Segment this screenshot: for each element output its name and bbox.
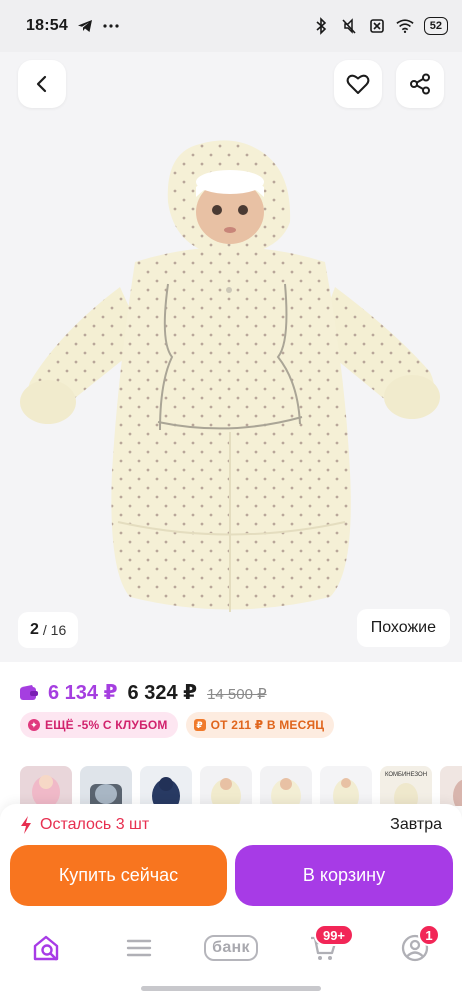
tab-catalog[interactable]: [122, 930, 156, 966]
thumb-1[interactable]: [20, 766, 72, 806]
tab-cart[interactable]: 99+: [306, 924, 354, 966]
image-counter-total: / 16: [42, 622, 67, 638]
add-to-cart-button[interactable]: В корзину: [235, 845, 453, 906]
club-discount-label: ЕЩЁ -5% С КЛУБОМ: [45, 718, 168, 732]
back-button[interactable]: [18, 60, 66, 108]
bottom-tab-bar: банк 99+ 1: [0, 918, 462, 980]
bank-label: банк: [204, 935, 258, 961]
status-time: 18:54: [26, 17, 68, 34]
thumb-4[interactable]: [200, 766, 252, 806]
club-icon: ✦: [28, 719, 40, 731]
more-dots-icon: [102, 17, 120, 35]
stock-indicator: Осталось 3 шт: [20, 816, 149, 834]
thumb-6[interactable]: [320, 766, 372, 806]
share-button[interactable]: [396, 60, 444, 108]
tab-profile[interactable]: 1: [398, 924, 440, 966]
thumb-3[interactable]: [140, 766, 192, 806]
thumb-8[interactable]: [440, 766, 462, 806]
price-block: 6 134 ₽ 6 324 ₽ 14 500 ₽: [20, 680, 267, 705]
telegram-icon: [76, 17, 94, 35]
status-bar: 18:54 52: [0, 0, 462, 52]
stock-text: Осталось 3 шт: [40, 816, 150, 833]
chevron-left-icon: [36, 75, 47, 93]
old-price: 14 500 ₽: [207, 686, 267, 703]
buy-now-button[interactable]: Купить сейчас: [10, 845, 227, 906]
battery-icon: 52: [423, 17, 448, 35]
home-search-icon: [33, 935, 59, 961]
thumb-2[interactable]: [80, 766, 132, 806]
product-image: [20, 140, 440, 612]
tab-home[interactable]: [30, 930, 64, 966]
wallet-icon: [20, 685, 38, 700]
mute-icon: [340, 17, 358, 35]
image-counter: 2 / 16: [18, 612, 79, 648]
thumb-5[interactable]: [260, 766, 312, 806]
similar-button[interactable]: Похожие: [356, 609, 450, 647]
lightning-icon: [21, 816, 31, 834]
installment-badge[interactable]: ₽ ОТ 211 ₽ В МЕСЯЦ: [185, 712, 335, 738]
sim-off-icon: [368, 17, 386, 35]
heart-icon: [346, 74, 370, 94]
home-indicator: [141, 986, 321, 991]
club-discount-badge[interactable]: ✦ ЕЩЁ -5% С КЛУБОМ: [20, 712, 178, 738]
image-counter-current: 2: [30, 621, 39, 638]
menu-icon: [126, 939, 152, 957]
thumb-7[interactable]: КОМБИНЕЗОН: [380, 766, 432, 806]
thumb-7-label: КОМБИНЕЗОН: [385, 772, 427, 778]
profile-notification-badge: 1: [418, 924, 440, 946]
installment-label: ОТ 211 ₽ В МЕСЯЦ: [210, 718, 325, 732]
promo-badges: ✦ ЕЩЁ -5% С КЛУБОМ ₽ ОТ 211 ₽ В МЕСЯЦ: [20, 712, 335, 738]
wallet-price: 6 134 ₽: [48, 682, 118, 704]
wifi-icon: [396, 17, 414, 35]
favorite-button[interactable]: [334, 60, 382, 108]
cart-count-badge: 99+: [314, 924, 354, 946]
share-icon: [410, 73, 430, 95]
installment-icon: ₽: [193, 719, 206, 731]
tab-bank[interactable]: банк: [201, 930, 261, 966]
delivery-date[interactable]: Завтра: [390, 816, 442, 834]
bluetooth-icon: [312, 17, 330, 35]
product-gallery[interactable]: 2 / 16 Похожие: [0, 52, 462, 662]
thumbnail-strip[interactable]: КОМБИНЕЗОН: [0, 766, 462, 806]
current-price: 6 324 ₽: [127, 682, 198, 704]
